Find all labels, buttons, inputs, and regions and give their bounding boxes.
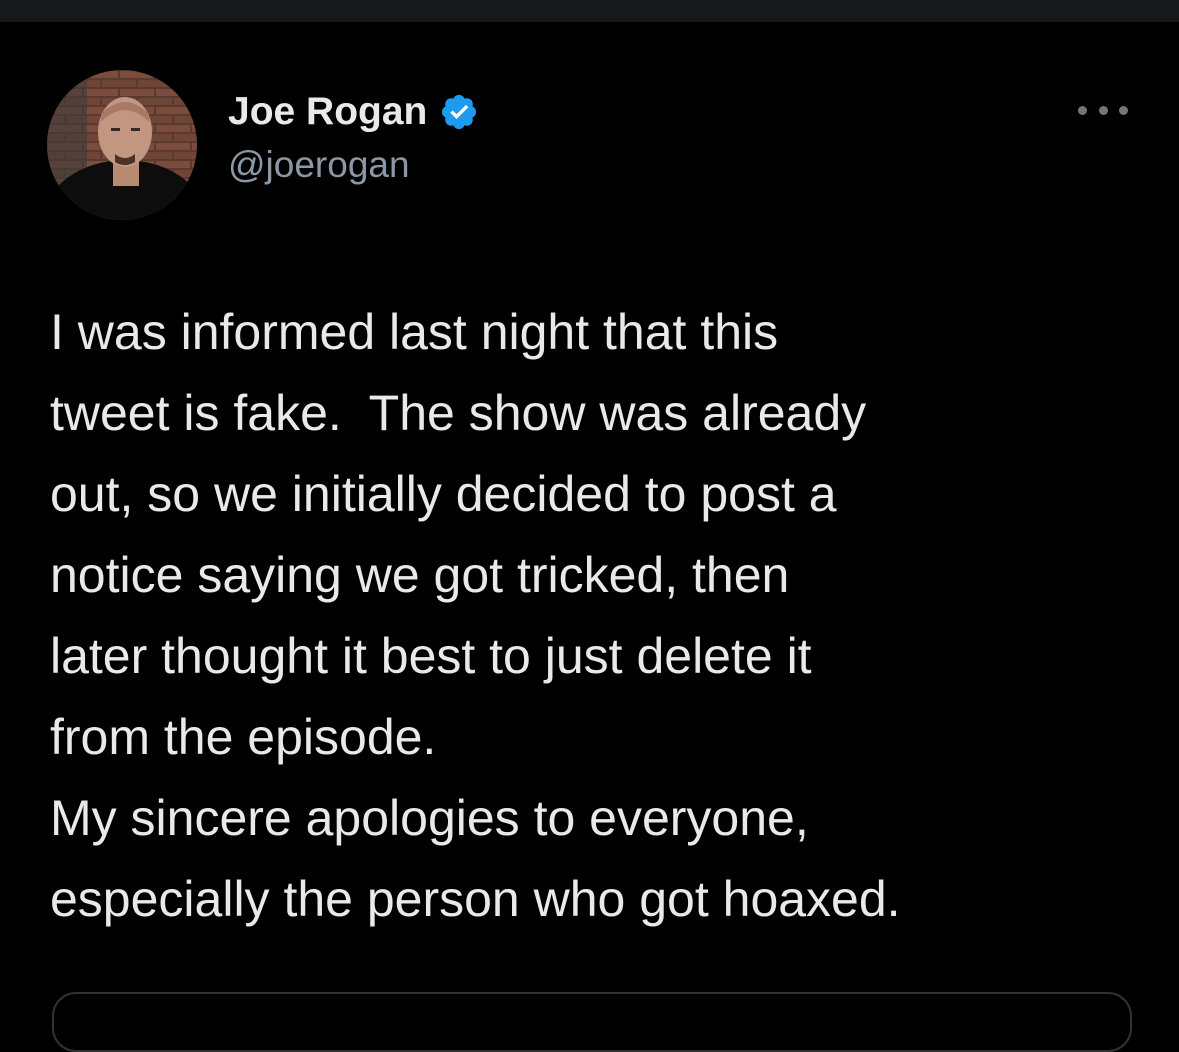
tweet-card: Joe Rogan @joerogan I was informed last … — [0, 22, 1179, 1024]
quoted-card-edge — [52, 992, 1132, 1052]
more-options-icon[interactable] — [1078, 98, 1128, 122]
author-handle[interactable]: @joerogan — [228, 144, 410, 186]
verified-badge-icon — [439, 92, 479, 132]
author-name-row[interactable]: Joe Rogan — [228, 86, 479, 138]
avatar[interactable] — [47, 70, 197, 220]
author-display-name[interactable]: Joe Rogan — [228, 90, 427, 134]
more-dot — [1078, 105, 1087, 115]
more-dot — [1119, 105, 1128, 115]
more-dot — [1098, 105, 1108, 115]
top-bar — [0, 0, 1179, 22]
tweet-text: I was informed last night that this twee… — [50, 304, 901, 927]
